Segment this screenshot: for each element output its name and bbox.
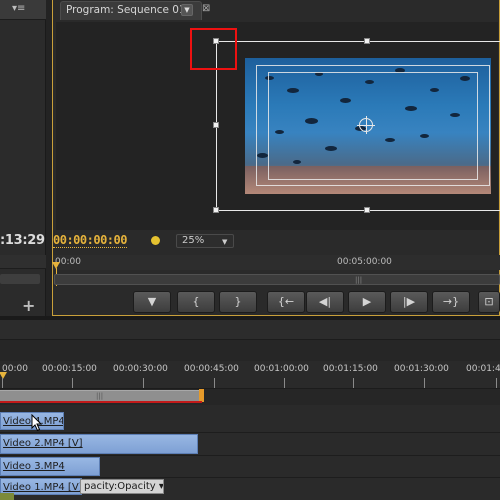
- render-bar: [0, 401, 202, 403]
- timeline-tick-label: 00:00:45:00: [184, 364, 239, 374]
- timeline-tick-label: 00:00:15:00: [42, 364, 97, 374]
- close-icon[interactable]: ⊠: [202, 3, 210, 14]
- timeline-tick-label: 00:00: [2, 364, 28, 374]
- play-button[interactable]: ▶: [348, 291, 386, 313]
- step-back-button[interactable]: ◀|: [306, 291, 344, 313]
- clip-thumbnail: [0, 493, 14, 500]
- work-area-grip: |||: [96, 392, 104, 400]
- chevron-down-icon[interactable]: ▼: [181, 4, 193, 16]
- timeline-tick-mark: [214, 378, 215, 388]
- program-tab-label: Program: Sequence 01: [66, 4, 186, 16]
- program-time-ruler[interactable]: [53, 255, 500, 270]
- go-to-in-button[interactable]: {←: [267, 291, 305, 313]
- mark-in-button[interactable]: {: [177, 291, 215, 313]
- clip-video-3[interactable]: Video 3.MP4: [0, 457, 100, 476]
- chevron-down-icon: ▼: [222, 238, 228, 246]
- ruler-label-mid: 00:05:00:00: [337, 257, 392, 267]
- clip-label: Video 3.MP4: [3, 461, 65, 472]
- panel-menu-icon[interactable]: ▾≡: [12, 3, 30, 15]
- track-separator: [0, 432, 500, 433]
- program-zoom-bar[interactable]: [54, 274, 500, 285]
- timeline-tick-mark: [2, 378, 3, 388]
- mouse-cursor-icon: [31, 414, 43, 432]
- opacity-keyframe-dropdown[interactable]: pacity:Opacity ▾: [80, 479, 164, 494]
- timeline-tick-label: 00:01:4: [466, 364, 500, 374]
- step-forward-button[interactable]: |▶: [390, 291, 428, 313]
- zoom-bar-grip: |||: [355, 276, 363, 284]
- timeline-tick-mark: [424, 378, 425, 388]
- highlight-box: [190, 28, 237, 70]
- timeline-tick-label: 00:01:15:00: [323, 364, 378, 374]
- source-ruler[interactable]: [0, 255, 46, 269]
- transform-handle-top[interactable]: [364, 38, 370, 44]
- transform-handle-left[interactable]: [213, 122, 219, 128]
- transform-handle-bottom-left[interactable]: [213, 207, 219, 213]
- timeline-tick-label: 00:00:30:00: [113, 364, 168, 374]
- timeline-tick-mark: [496, 378, 497, 388]
- timeline-tick-mark: [284, 378, 285, 388]
- go-to-out-button[interactable]: →}: [432, 291, 470, 313]
- clip-label: Video 1.MP4 [V]: [3, 482, 82, 493]
- source-timecode: :13:29: [0, 233, 45, 248]
- insert-button[interactable]: ⊡: [478, 291, 500, 313]
- timeline-tick-label: 00:01:30:00: [394, 364, 449, 374]
- render-status-icon: [151, 236, 160, 245]
- timeline-tick-mark: [72, 378, 73, 388]
- transform-handle-bottom[interactable]: [364, 207, 370, 213]
- mark-out-button[interactable]: }: [219, 291, 257, 313]
- add-marker-button[interactable]: ▼: [133, 291, 171, 313]
- timeline-tick-label: 00:01:00:00: [254, 364, 309, 374]
- timeline-tick-mark: [353, 378, 354, 388]
- source-scrollbar[interactable]: [0, 274, 40, 284]
- plus-icon[interactable]: +: [22, 296, 35, 315]
- timeline-tick-mark: [143, 378, 144, 388]
- transform-bounding-box[interactable]: [216, 41, 500, 211]
- program-timecode[interactable]: 00:00:00:00: [53, 233, 127, 248]
- clip-label: Video 2.MP4 [V]: [3, 438, 83, 449]
- track-separator: [0, 455, 500, 456]
- timeline-header: [0, 320, 500, 340]
- clip-video-2[interactable]: Video 2.MP4 [V]: [0, 434, 198, 454]
